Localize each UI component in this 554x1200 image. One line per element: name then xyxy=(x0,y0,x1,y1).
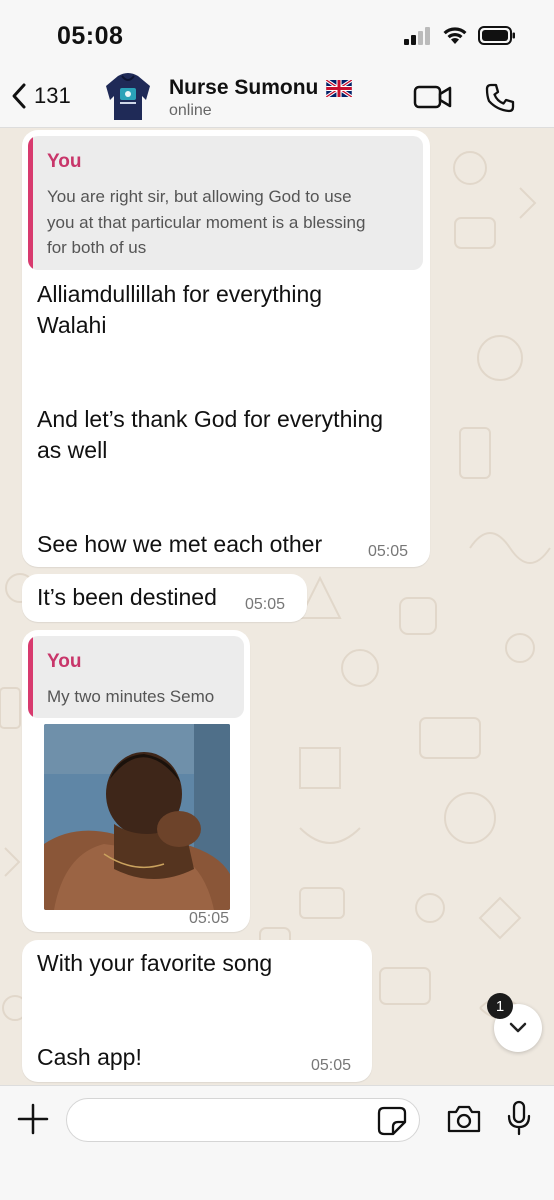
wifi-icon xyxy=(443,27,467,44)
message-time: 05:05 xyxy=(311,1057,352,1074)
back-unread-count: 131 xyxy=(34,83,71,108)
quote-author: You xyxy=(47,151,82,172)
message-line: With your favorite song xyxy=(37,950,273,976)
quote-line: you at that particular moment is a bless… xyxy=(47,213,366,232)
message-text: It’s been destined xyxy=(37,584,217,610)
contact-status: online xyxy=(169,102,212,119)
message-bubble[interactable]: With your favorite song Cash app! 05:05 xyxy=(22,940,372,1082)
chevron-left-icon xyxy=(12,83,26,109)
hoodie-avatar-icon xyxy=(106,73,150,120)
battery-icon xyxy=(478,26,515,45)
message-time: 05:05 xyxy=(245,596,286,613)
signal-icon xyxy=(404,26,430,45)
phone-icon xyxy=(485,83,515,113)
video-camera-icon xyxy=(413,85,452,109)
message-bubble[interactable]: You My two minutes Semo 05:05 xyxy=(22,630,250,932)
message-bubble[interactable]: You You are right sir, but allowing God … xyxy=(22,130,430,567)
plus-icon xyxy=(17,1103,49,1135)
avatar[interactable] xyxy=(104,70,152,122)
voice-call-button[interactable] xyxy=(484,82,516,119)
message-input[interactable] xyxy=(66,1098,420,1142)
quoted-message[interactable]: You My two minutes Semo xyxy=(28,636,244,718)
message-line: as well xyxy=(37,437,108,463)
back-button[interactable]: 131 xyxy=(10,82,71,110)
quote-author: You xyxy=(47,651,82,672)
contact-name: Nurse Sumonu xyxy=(169,76,319,99)
video-call-button[interactable] xyxy=(413,82,453,117)
quote-accent-bar xyxy=(28,136,33,270)
status-time: 05:08 xyxy=(57,22,124,50)
message-line: Alliamdullillah for everything xyxy=(37,281,323,307)
message-line: See how we met each other xyxy=(37,531,323,557)
message-bubble[interactable]: It’s been destined 05:05 xyxy=(22,574,307,622)
microphone-icon xyxy=(507,1100,531,1136)
camera-icon xyxy=(447,1105,481,1133)
message-time: 05:05 xyxy=(368,543,409,560)
status-bar: 05:08 xyxy=(0,0,554,70)
sticker-icon xyxy=(377,1106,407,1136)
sticker-button[interactable] xyxy=(377,1106,407,1141)
status-icons xyxy=(404,26,516,45)
unread-badge: 1 xyxy=(487,993,513,1019)
chevron-down-icon xyxy=(509,1022,527,1033)
uk-flag-icon xyxy=(326,79,353,97)
message-line: Cash app! xyxy=(37,1044,142,1070)
quoted-message[interactable]: You You are right sir, but allowing God … xyxy=(28,136,423,270)
photo-of-man-crying-icon xyxy=(44,724,230,910)
message-line: And let’s thank God for everything xyxy=(37,406,384,432)
quote-line: You are right sir, but allowing God to u… xyxy=(47,187,352,206)
input-bar xyxy=(0,1085,554,1200)
camera-button[interactable] xyxy=(446,1104,482,1139)
message-time: 05:05 xyxy=(189,910,230,927)
image-attachment[interactable] xyxy=(44,724,230,910)
message-line: Walahi xyxy=(37,312,107,338)
quote-accent-bar xyxy=(28,636,33,718)
chat-header: 131 Nurse Sumonu online xyxy=(0,70,554,128)
microphone-button[interactable] xyxy=(506,1100,532,1141)
quote-line: for both of us xyxy=(47,238,147,257)
attach-button[interactable] xyxy=(16,1102,50,1141)
chat-area[interactable]: You You are right sir, but allowing God … xyxy=(0,128,554,1085)
quote-text: My two minutes Semo xyxy=(47,687,215,706)
contact-name-row[interactable]: Nurse Sumonu xyxy=(169,76,353,100)
